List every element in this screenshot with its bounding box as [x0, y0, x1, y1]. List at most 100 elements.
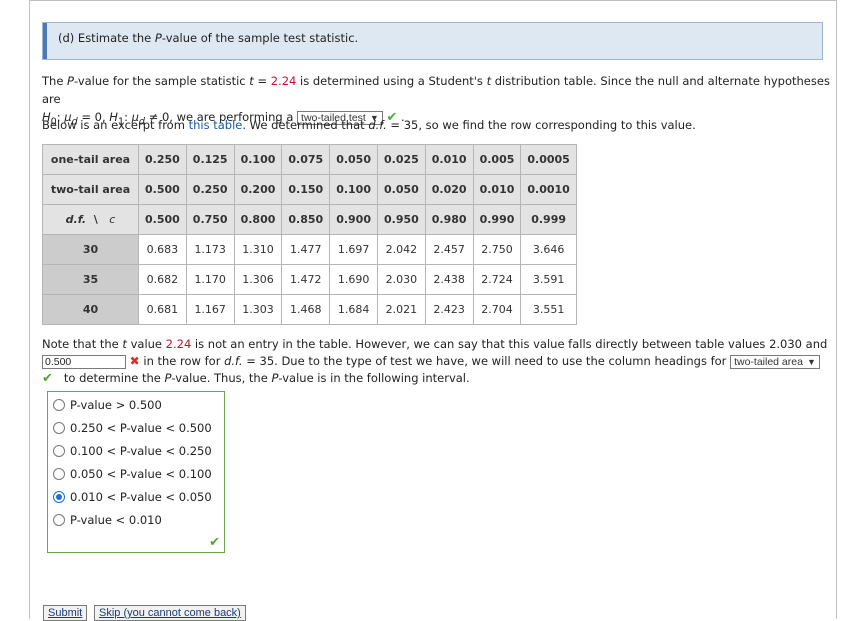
title-var: P: [154, 31, 162, 45]
radio-button[interactable]: [53, 422, 65, 434]
radio-button[interactable]: [53, 399, 65, 411]
table-cell: 0.950: [376, 204, 426, 235]
table-cell: 0.025: [376, 144, 426, 175]
correct-check-icon: ✔: [42, 371, 53, 386]
part-header: (d) Estimate the P-value of the sample t…: [42, 22, 823, 60]
table-cell: 0.683: [138, 234, 187, 265]
table-cell: 0.500: [138, 204, 187, 235]
table-cell: 0.681: [138, 294, 187, 325]
one-tail-label: one-tail area: [42, 144, 139, 175]
table-cell: 2.423: [424, 294, 474, 325]
p3-text: Note that the: [42, 337, 123, 351]
table-cell: 0.250: [138, 144, 187, 175]
p3-text: -value is in the following interval.: [278, 371, 470, 385]
table-cell: 1.690: [329, 264, 378, 295]
title-text-b: -value of the sample test statistic.: [161, 31, 359, 45]
table-cell: 0.200: [233, 174, 283, 205]
table-cell: 1.697: [329, 234, 378, 265]
incorrect-x-icon: ✖: [129, 354, 140, 368]
table-cell: 3.646: [520, 234, 577, 265]
correct-check-icon: ✔: [209, 535, 220, 550]
p1-text: -value for the sample statistic: [73, 74, 250, 88]
table-cell: 2.724: [472, 264, 522, 295]
t-statistic-value: 2.24: [165, 337, 192, 351]
table-link[interactable]: this table: [189, 118, 243, 132]
p2-text: = 35, so we find the row corresponding t…: [386, 118, 696, 132]
table-cell: 0.010: [424, 144, 474, 175]
p3-text: -value. Thus, the: [171, 371, 272, 385]
table-cell: 0.500: [138, 174, 187, 205]
table-cell: 1.310: [233, 234, 283, 265]
area-type-value: two-tailed area: [734, 355, 803, 368]
table-cell: 0.0005: [520, 144, 577, 175]
radio-button[interactable]: [53, 468, 65, 480]
radio-option[interactable]: P-value > 0.500: [53, 398, 162, 412]
table-cell: 0.150: [281, 174, 331, 205]
table-cell: 0.990: [472, 204, 522, 235]
p1-var: P: [67, 74, 74, 88]
option-label: 0.010 < P-value < 0.050: [70, 490, 212, 504]
chevron-down-icon: ▼: [807, 356, 816, 367]
p1-text: =: [253, 74, 271, 88]
radio-option[interactable]: P-value < 0.010: [53, 513, 162, 527]
option-label: 0.250 < P-value < 0.500: [70, 421, 212, 435]
table-cell: 0.010: [472, 174, 522, 205]
df-var: d.f.: [224, 354, 243, 368]
table-cell: 2.704: [472, 294, 522, 325]
one-tail-row: one-tail area 0.250 0.125 0.100 0.075 0.…: [42, 144, 577, 175]
table-cell: 2.438: [424, 264, 474, 295]
table-cell: 0.750: [185, 204, 235, 235]
two-tail-label: two-tail area: [42, 174, 139, 205]
table-cell: 1.468: [281, 294, 331, 325]
p2-text: Below is an excerpt from: [42, 118, 189, 132]
table-cell: 1.477: [281, 234, 331, 265]
p3-text: is not an entry in the table. However, w…: [191, 337, 828, 351]
df-row-label: 40: [42, 294, 139, 325]
p1-text: The: [42, 74, 68, 88]
interval-options: P-value > 0.500 0.250 < P-value < 0.500 …: [47, 391, 225, 553]
table-cell: 2.457: [424, 234, 474, 265]
table-cell: 0.050: [329, 144, 378, 175]
table-cell: 1.306: [233, 264, 283, 295]
table-cell: 0.999: [520, 204, 577, 235]
radio-button-selected[interactable]: [53, 491, 65, 503]
radio-option[interactable]: 0.250 < P-value < 0.500: [53, 421, 212, 435]
table-cell: 0.250: [185, 174, 235, 205]
table-cell: 1.472: [281, 264, 331, 295]
table-cell: 3.591: [520, 264, 577, 295]
radio-button[interactable]: [53, 514, 65, 526]
p3-text: = 35. Due to the type of test we have, w…: [242, 354, 727, 368]
option-label: P-value < 0.010: [70, 513, 162, 527]
table-cell: 0.020: [424, 174, 474, 205]
title-text-a: (d) Estimate the: [58, 31, 155, 45]
p3-text: value: [126, 337, 166, 351]
area-type-select[interactable]: two-tailed area ▼: [730, 354, 820, 369]
p2-text: . We determined that: [242, 118, 369, 132]
radio-option[interactable]: 0.010 < P-value < 0.050: [53, 490, 212, 504]
table-cell: 0.005: [472, 144, 522, 175]
table-intro-paragraph: Below is an excerpt from this table. We …: [42, 118, 696, 132]
df-row-label: 35: [42, 264, 139, 295]
table-row: 40 0.681 1.167 1.303 1.468 1.684 2.021 2…: [42, 294, 577, 325]
table-cell: 0.050: [376, 174, 426, 205]
table-cell: 0.980: [424, 204, 474, 235]
two-tail-row: two-tail area 0.500 0.250 0.200 0.150 0.…: [42, 174, 577, 205]
table-row: 30 0.683 1.173 1.310 1.477 1.697 2.042 2…: [42, 234, 577, 265]
table-cell: 3.551: [520, 294, 577, 325]
table-cell: 0.682: [138, 264, 187, 295]
radio-option[interactable]: 0.050 < P-value < 0.100: [53, 467, 212, 481]
slash-label: \: [93, 213, 98, 226]
table-cell: 0.100: [233, 144, 283, 175]
table-cell: 0.900: [329, 204, 378, 235]
option-label: 0.050 < P-value < 0.100: [70, 467, 212, 481]
p3-text: in the row for: [143, 354, 225, 368]
radio-button[interactable]: [53, 445, 65, 457]
table-value-input[interactable]: 0.500: [42, 354, 126, 369]
option-label: P-value > 0.500: [70, 398, 162, 412]
p1-text: is determined using a Student's: [296, 74, 487, 88]
table-cell: 2.042: [376, 234, 426, 265]
table-cell: 2.021: [376, 294, 426, 325]
radio-option[interactable]: 0.100 < P-value < 0.250: [53, 444, 212, 458]
table-cell: 1.170: [185, 264, 235, 295]
interval-paragraph: Note that the t value 2.24 is not an ent…: [42, 336, 832, 387]
